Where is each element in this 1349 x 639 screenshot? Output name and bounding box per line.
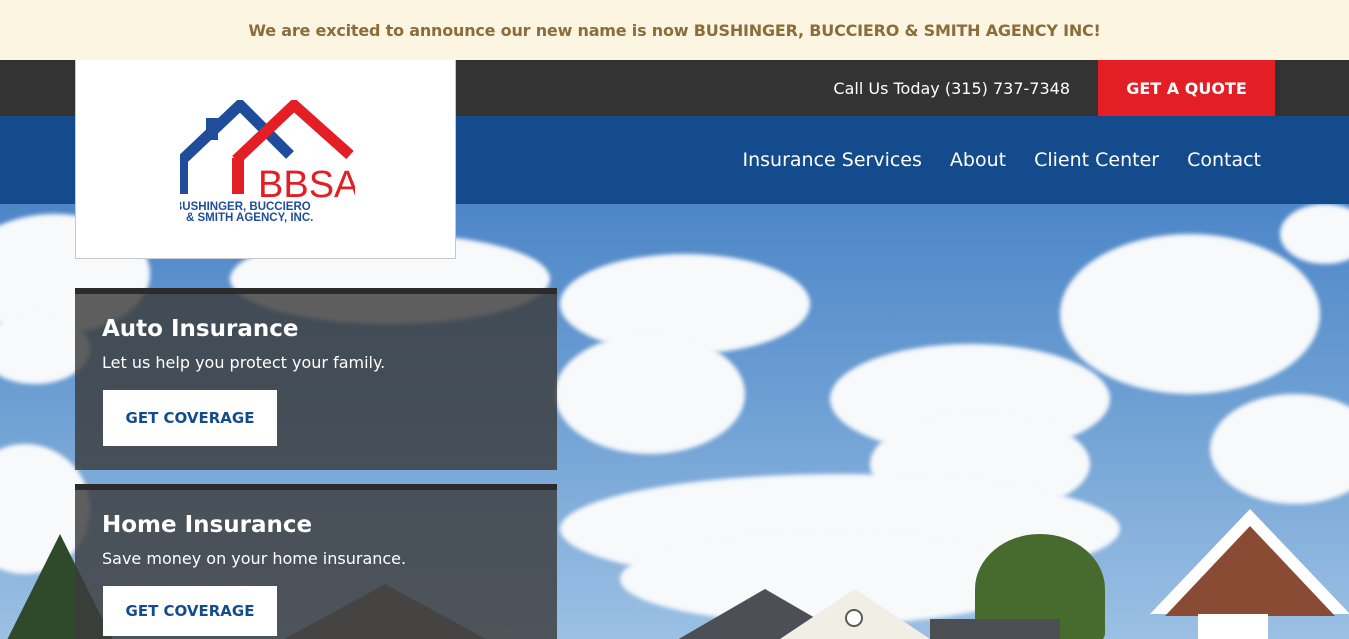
nav-item-about[interactable]: About — [950, 149, 1006, 171]
card-title: Auto Insurance — [102, 316, 299, 342]
logo-red-wall — [232, 158, 244, 194]
card-subtitle: Let us help you protect your family. — [102, 353, 386, 372]
logo-line2: & SMITH AGENCY, INC. — [186, 212, 313, 224]
house-right-siding — [1165, 526, 1335, 616]
logo-blue-roof — [180, 100, 294, 164]
house-right-window — [1198, 614, 1268, 639]
get-coverage-button[interactable]: GET COVERAGE — [103, 390, 277, 446]
cloud — [555, 334, 745, 454]
nav-item-insurance-services[interactable]: Insurance Services — [743, 149, 922, 171]
announcement-text: We are excited to announce our new name … — [248, 20, 1101, 40]
logo-box[interactable]: BBSA BUSHINGER, BUCCIERO & SMITH AGENCY,… — [75, 60, 456, 259]
logo-blue-wall — [180, 158, 188, 194]
cloud — [1060, 234, 1320, 394]
house-round-window — [845, 609, 863, 627]
get-coverage-button[interactable]: GET COVERAGE — [103, 586, 277, 636]
home-insurance-card: Home Insurance Save money on your home i… — [75, 484, 557, 639]
call-us-text[interactable]: Call Us Today (315) 737-7348 — [833, 60, 1070, 116]
cloud — [1210, 394, 1349, 504]
logo-abbrev: BBSA — [258, 164, 355, 206]
cloud — [1280, 204, 1349, 264]
house-roof-right — [930, 619, 1060, 639]
card-subtitle: Save money on your home insurance. — [102, 549, 407, 568]
announcement-bar: We are excited to announce our new name … — [0, 0, 1349, 60]
bbsa-logo: BBSA BUSHINGER, BUCCIERO & SMITH AGENCY,… — [180, 100, 355, 224]
get-a-quote-button[interactable]: GET A QUOTE — [1098, 60, 1275, 116]
card-title: Home Insurance — [102, 512, 313, 538]
auto-insurance-card: Auto Insurance Let us help you protect y… — [75, 288, 557, 470]
nav-item-client-center[interactable]: Client Center — [1034, 149, 1159, 171]
nav-item-contact[interactable]: Contact — [1187, 149, 1261, 171]
main-nav: Insurance Services About Client Center C… — [743, 116, 1262, 204]
logo-blue-chimney — [206, 118, 218, 140]
